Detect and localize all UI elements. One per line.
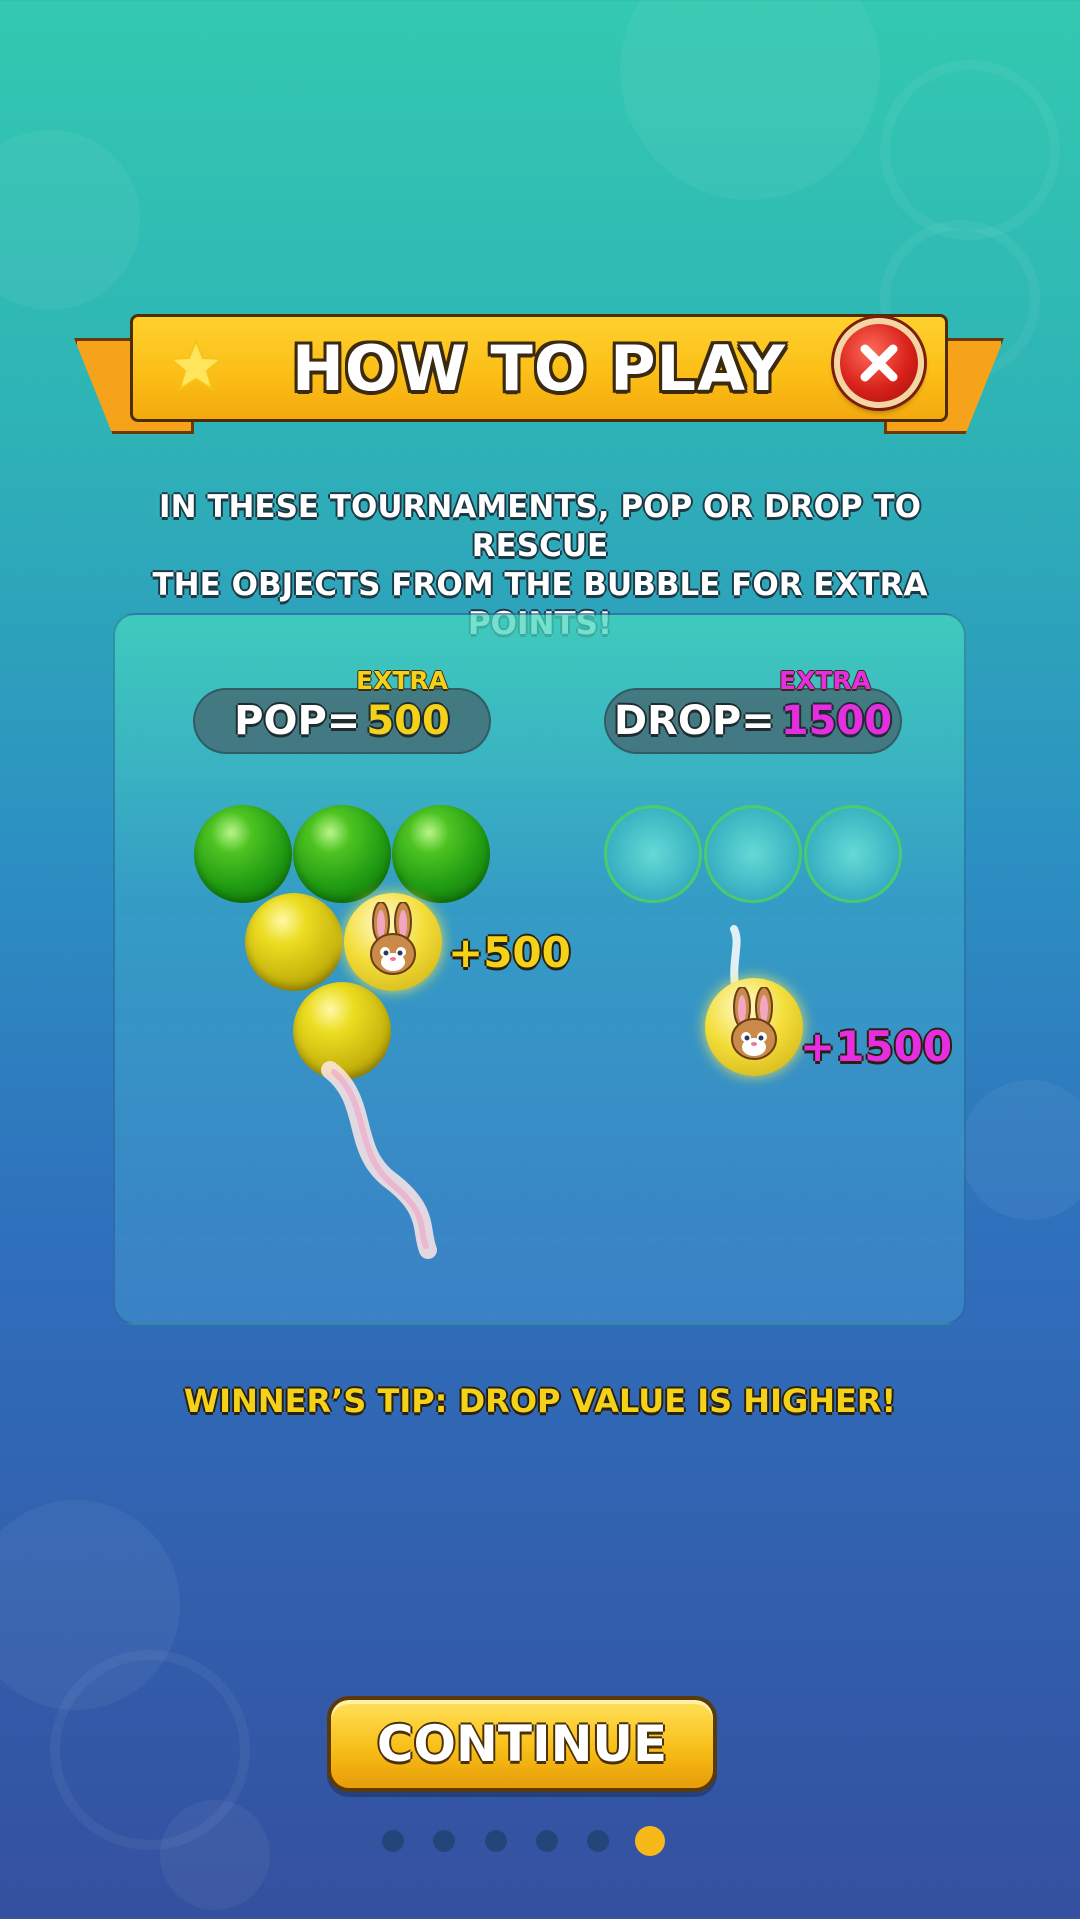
- page-dot-1[interactable]: [382, 1830, 404, 1852]
- bunny-bubble: [705, 978, 803, 1076]
- page-dot-4[interactable]: [536, 1830, 558, 1852]
- green-bubble: [293, 805, 391, 903]
- bg-bubble: [0, 130, 140, 310]
- drop-label: DROP=: [613, 698, 775, 744]
- pop-extra-tag: EXTRA: [356, 666, 449, 695]
- green-bubble: [392, 805, 490, 903]
- page-dot-3[interactable]: [485, 1830, 507, 1852]
- falling-trail: [321, 1061, 437, 1259]
- page-dot-2[interactable]: [433, 1830, 455, 1852]
- popped-bubble: [804, 805, 902, 903]
- close-button[interactable]: [834, 318, 924, 408]
- pop-label: POP=: [234, 698, 361, 744]
- drop-score: +1500: [800, 1022, 953, 1071]
- green-bubble: [194, 805, 292, 903]
- continue-button[interactable]: CONTINUE: [327, 1696, 717, 1792]
- pop-value: 500: [366, 698, 450, 744]
- pop-value-pill: POP= 500: [193, 688, 491, 754]
- banner-body: HOW TO PLAY: [130, 314, 948, 422]
- yellow-bubble: [245, 893, 343, 991]
- page-title: HOW TO PLAY: [291, 331, 787, 405]
- bg-bubble: [160, 1800, 270, 1910]
- popped-bubble: [704, 805, 802, 903]
- drop-value-pill: DROP= 1500: [604, 688, 902, 754]
- drop-value: 1500: [780, 698, 893, 744]
- popped-bubble: [604, 805, 702, 903]
- instructions-line-1: IN THESE TOURNAMENTS, POP OR DROP TO RES…: [159, 489, 921, 564]
- bg-bubble: [620, 0, 880, 200]
- bg-bubble: [880, 60, 1060, 240]
- page-dot-5[interactable]: [587, 1830, 609, 1852]
- close-icon: [860, 344, 898, 382]
- continue-label: CONTINUE: [376, 1715, 668, 1773]
- winners-tip: WINNER’S TIP: DROP VALUE IS HIGHER!: [183, 1382, 897, 1420]
- bunny-bubble: [344, 893, 442, 991]
- page-indicator: [378, 1826, 678, 1856]
- bunny-icon: [370, 902, 416, 975]
- pop-score: +500: [448, 928, 571, 977]
- drop-extra-tag: EXTRA: [779, 666, 872, 695]
- bunny-icon: [731, 987, 777, 1060]
- star-icon: [168, 338, 224, 392]
- title-banner: HOW TO PLAY: [74, 312, 1004, 442]
- page-dot-6[interactable]: [635, 1826, 665, 1856]
- bg-bubble: [960, 1080, 1080, 1220]
